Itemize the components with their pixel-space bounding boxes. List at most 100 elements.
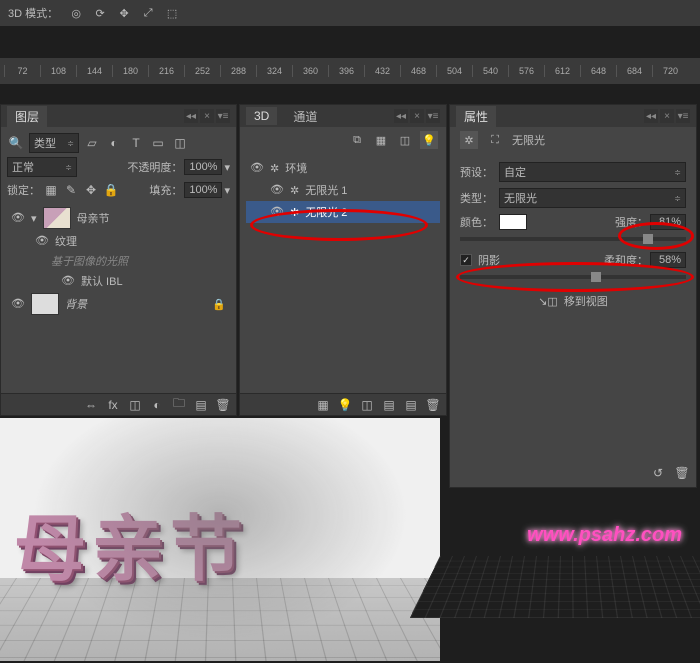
lock-all-icon[interactable]: 🔒 — [102, 181, 120, 199]
layer-row-group[interactable]: 👁 ▾ 母亲节 — [7, 205, 230, 231]
color-swatch[interactable] — [499, 214, 527, 230]
light-add-icon[interactable]: 💡 — [336, 396, 354, 414]
adjustment-icon[interactable]: ◐ — [148, 396, 166, 414]
new-icon[interactable]: ▤ — [402, 396, 420, 414]
lock-paint-icon[interactable]: ✎ — [62, 181, 80, 199]
props-tab-bar: 属性 ◂◂ × ▾≡ — [450, 105, 696, 127]
camera-icon[interactable]: ◫ — [358, 396, 376, 414]
close-icon[interactable]: × — [410, 109, 424, 123]
mesh-icon[interactable]: ▤ — [380, 396, 398, 414]
ruler-tick: 108 — [40, 65, 76, 77]
filter-mesh-icon[interactable]: ▦ — [372, 131, 390, 149]
viewport-preview[interactable]: 母亲节 — [0, 418, 440, 661]
menu-icon[interactable]: ▾≡ — [216, 109, 230, 123]
eye-icon[interactable]: 👁 — [11, 297, 25, 311]
light-type-icon[interactable]: ✲ — [460, 131, 478, 149]
lock-trans-icon[interactable]: ▦ — [42, 181, 60, 199]
tab-layers[interactable]: 图层 — [7, 106, 47, 127]
new-layer-icon[interactable]: ▤ — [192, 396, 210, 414]
layers-footer: ⇔ fx ◫ ◐ 🗀 ▤ 🗑 — [1, 393, 236, 415]
3d-panel: 3D 通道 ◂◂ × ▾≡ ⧉ ▦ ◫ 💡 👁 ✲ 环境 👁 ✲ 无限光 1 — [239, 104, 447, 416]
tab-3d[interactable]: 3D — [246, 107, 277, 125]
lock-pos-icon[interactable]: ✥ — [82, 181, 100, 199]
ruler-tick: 612 — [544, 65, 580, 77]
filter-type-dropdown[interactable]: 类型≑ — [29, 133, 79, 153]
trash-icon[interactable]: 🗑 — [424, 396, 442, 414]
props-footer: ↺ 🗑 — [649, 464, 691, 482]
trash-icon[interactable]: 🗑 — [214, 396, 232, 414]
preset-dropdown[interactable]: 自定≑ — [499, 162, 686, 182]
collapse-icon[interactable]: ◂◂ — [394, 109, 408, 123]
rotate-icon[interactable]: ⟳ — [90, 3, 110, 23]
eye-icon[interactable]: 👁 — [11, 211, 25, 225]
close-icon[interactable]: × — [200, 109, 214, 123]
properties-panel: 属性 ◂◂ × ▾≡ ✲ ⛶ 无限光 预设： 自定≑ 类型： 无限光≑ 颜色 — [449, 104, 697, 488]
eye-icon[interactable]: 👁 — [61, 274, 75, 288]
ruler-tick: 324 — [256, 65, 292, 77]
layers-tab-bar: 图层 ◂◂ × ▾≡ — [1, 105, 236, 127]
type-label: 类型： — [460, 190, 493, 206]
3d-item-light1[interactable]: 👁 ✲ 无限光 1 — [246, 179, 440, 201]
filter-material-icon[interactable]: ◫ — [396, 131, 414, 149]
3d-item-env[interactable]: 👁 ✲ 环境 — [246, 157, 440, 179]
type-dropdown[interactable]: 无限光≑ — [499, 188, 686, 208]
intensity-slider[interactable] — [460, 237, 686, 241]
reset-icon[interactable]: ↺ — [649, 464, 667, 482]
ruler-tick: 432 — [364, 65, 400, 77]
filter-type-icon[interactable]: T — [127, 134, 145, 152]
menu-icon[interactable]: ▾≡ — [676, 109, 690, 123]
3d-filter-bar: ⧉ ▦ ◫ 💡 — [240, 127, 446, 153]
cube-icon[interactable]: ⬚ — [162, 3, 182, 23]
filter-scene-icon[interactable]: ⧉ — [348, 131, 366, 149]
intensity-value[interactable]: 81% — [650, 214, 686, 230]
pan-icon[interactable]: ✥ — [114, 3, 134, 23]
tab-properties[interactable]: 属性 — [456, 106, 496, 127]
softness-slider[interactable] — [460, 275, 686, 279]
filter-smart-icon[interactable]: ◫ — [171, 134, 189, 152]
ruler-tick: 72 — [4, 65, 40, 77]
layer-row-bg[interactable]: 👁 背景 🔒 — [7, 291, 230, 317]
collapse-icon[interactable]: ◂◂ — [644, 109, 658, 123]
menu-icon[interactable]: ▾≡ — [426, 109, 440, 123]
filter-light-icon[interactable]: 💡 — [420, 131, 438, 149]
move-to-view-button[interactable]: 移到视图 — [564, 293, 608, 309]
move-to-view-icon[interactable]: ↘◫ — [538, 295, 558, 308]
3d-text-object[interactable]: 母亲节 — [14, 490, 248, 595]
search-icon[interactable]: 🔍 — [7, 134, 25, 152]
orbit-icon[interactable]: ◎ — [66, 3, 86, 23]
fx-icon[interactable]: fx — [104, 396, 122, 414]
filter-pixel-icon[interactable]: ▱ — [83, 134, 101, 152]
tab-channels[interactable]: 通道 — [285, 106, 325, 127]
layer-row[interactable]: 👁 纹理 — [7, 231, 230, 251]
fill-value[interactable]: 100% — [184, 182, 222, 198]
trash-icon[interactable]: 🗑 — [673, 464, 691, 482]
eye-icon[interactable]: 👁 — [35, 234, 49, 248]
eye-icon[interactable]: 👁 — [250, 161, 264, 175]
env-icon: ✲ — [270, 162, 279, 175]
layer-row[interactable]: 基于图像的光照 — [7, 251, 230, 271]
disclosure-icon[interactable]: ▾ — [31, 212, 37, 225]
scale-icon[interactable]: ⤢ — [138, 3, 158, 23]
mode-label: 3D 模式： — [8, 5, 58, 21]
blend-mode-dropdown[interactable]: 正常≑ — [7, 157, 77, 177]
layer-row[interactable]: 👁 默认 IBL — [7, 271, 230, 291]
chevron-down-icon[interactable]: ▾ — [224, 184, 230, 197]
eye-icon[interactable]: 👁 — [270, 183, 284, 197]
group-icon[interactable]: 🗀 — [170, 396, 188, 414]
softness-value[interactable]: 58% — [650, 252, 686, 268]
mask-icon[interactable]: ◫ — [126, 396, 144, 414]
close-icon[interactable]: × — [660, 109, 674, 123]
collapse-icon[interactable]: ◂◂ — [184, 109, 198, 123]
render-icon[interactable]: ▦ — [314, 396, 332, 414]
chevron-down-icon[interactable]: ▾ — [224, 161, 230, 174]
preset-label: 预设： — [460, 164, 493, 180]
filter-shape-icon[interactable]: ▭ — [149, 134, 167, 152]
coord-icon[interactable]: ⛶ — [486, 131, 504, 149]
link-icon[interactable]: ⇔ — [82, 396, 100, 414]
opacity-value[interactable]: 100% — [184, 159, 222, 175]
eye-icon[interactable]: 👁 — [270, 205, 284, 219]
3d-footer: ▦ 💡 ◫ ▤ ▤ 🗑 — [240, 393, 446, 415]
filter-adjust-icon[interactable]: ◐ — [105, 134, 123, 152]
shadow-checkbox[interactable]: ✓ — [460, 254, 472, 266]
3d-item-light2[interactable]: 👁 ✲ 无限光 2 — [246, 201, 440, 223]
